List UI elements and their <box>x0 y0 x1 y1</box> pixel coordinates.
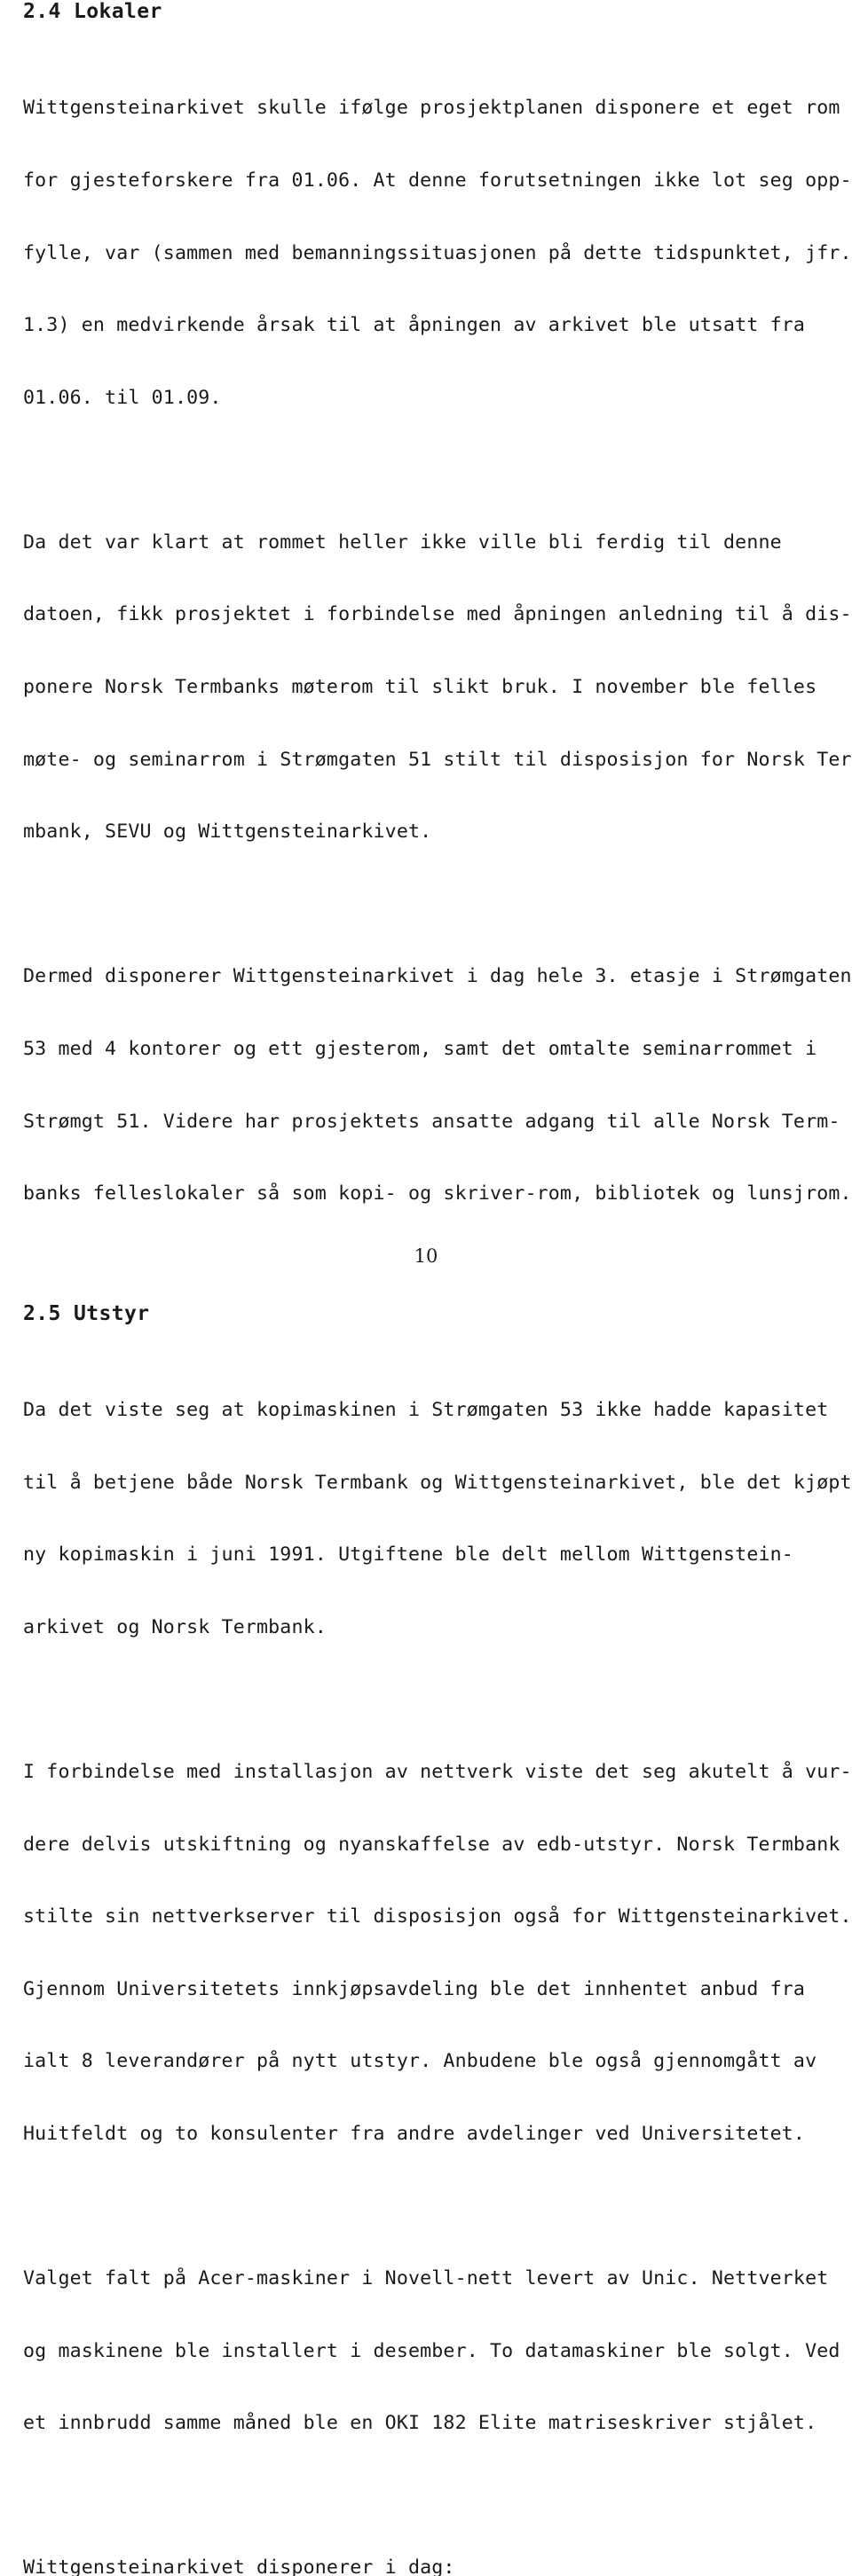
text-line: Strømgt 51. Videre har prosjektets ansat… <box>23 1110 840 1133</box>
text-line: ponere Norsk Termbanks møterom til slikt… <box>23 676 817 699</box>
text-line: dere delvis utskiftning og nyanskaffelse… <box>23 1833 840 1856</box>
paragraph-utstyr-1: Da det viste seg at kopimaskinen i Strøm… <box>23 1350 852 1688</box>
page-number: 10 <box>414 1245 438 1267</box>
paragraph-utstyr-3: Valget falt på Acer-maskiner i Novell-ne… <box>23 2219 840 2484</box>
text-line: banks felleslokaler så som kopi- og skri… <box>23 1182 852 1206</box>
text-line: møte- og seminarrom i Strømgaten 51 stil… <box>23 748 852 771</box>
paragraph-utstyr-intro: Wittgensteinarkivet disponerer i dag: <box>23 2508 829 2576</box>
text-line: Da det var klart at rommet heller ikke v… <box>23 530 782 554</box>
text-line: 1.3) en medvirkende årsak til at åpninge… <box>23 314 806 337</box>
paragraph-utstyr-2: I forbindelse med installasjon av nettve… <box>23 1712 852 2195</box>
text-line: Wittgensteinarkivet disponerer i dag: <box>23 2556 455 2576</box>
text-line: til å betjene både Norsk Termbank og Wit… <box>23 1471 852 1494</box>
text-line: fylle, var (sammen med bemanningssituasj… <box>23 241 852 264</box>
text-line: Dermed disponerer Wittgensteinarkivet i … <box>23 965 852 988</box>
text-line: 01.06. til 01.09. <box>23 386 222 409</box>
text-line: et innbrudd samme måned ble en OKI 182 E… <box>23 2412 817 2435</box>
text-line: arkivet og Norsk Termbank. <box>23 1615 327 1638</box>
text-line: ialt 8 leverandører på nytt utstyr. Anbu… <box>23 2050 817 2073</box>
text-line: mbank, SEVU og Wittgensteinarkivet. <box>23 821 432 844</box>
text-line: 53 med 4 kontorer og ett gjesterom, samt… <box>23 1037 817 1060</box>
section-heading-utstyr: 2.5 Utstyr <box>23 1301 150 1325</box>
text-line: Gjennom Universitetets innkjøpsavdeling … <box>23 1977 806 2000</box>
text-line: Valget falt på Acer-maskiner i Novell-ne… <box>23 2267 829 2290</box>
text-line: Wittgensteinarkivet skulle ifølge prosje… <box>23 97 840 120</box>
text-line: Da det viste seg at kopimaskinen i Strøm… <box>23 1399 829 1422</box>
paragraph-lokaler-1: Wittgensteinarkivet skulle ifølge prosje… <box>23 48 852 458</box>
text-line: stilte sin nettverkserver til disposisjo… <box>23 1905 852 1928</box>
text-line: Huitfeldt og to konsulenter fra andre av… <box>23 2123 806 2146</box>
paragraph-lokaler-2: Da det var klart at rommet heller ikke v… <box>23 482 852 891</box>
text-line: ny kopimaskin i juni 1991. Utgiftene ble… <box>23 1543 793 1567</box>
paragraph-lokaler-3: Dermed disponerer Wittgensteinarkivet i … <box>23 916 852 1254</box>
text-line: datoen, fikk prosjektet i forbindelse me… <box>23 603 852 626</box>
document-page: 2.4 Lokaler Wittgensteinarkivet skulle i… <box>0 0 852 2576</box>
section-heading-lokaler: 2.4 Lokaler <box>23 0 162 23</box>
text-line: for gjesteforskere fra 01.06. At denne f… <box>23 169 852 192</box>
text-line: og maskinene ble installert i desember. … <box>23 2339 840 2362</box>
text-line: I forbindelse med installasjon av nettve… <box>23 1761 852 1783</box>
